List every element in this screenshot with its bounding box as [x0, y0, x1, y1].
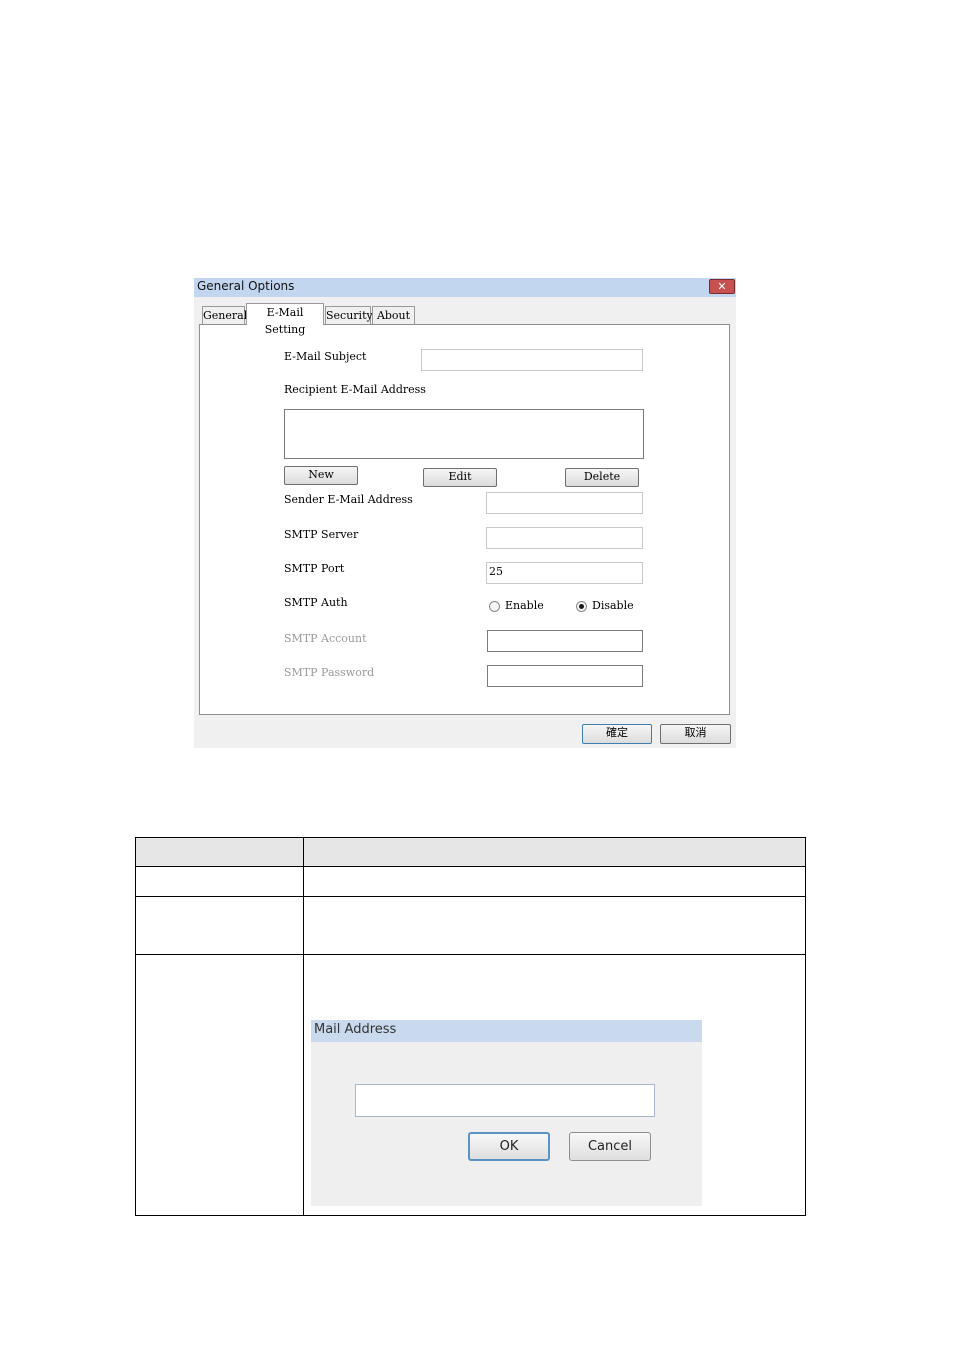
- email-subject-label: E-Mail Subject: [284, 350, 367, 363]
- column-divider: [303, 838, 304, 1215]
- mail-ok-button[interactable]: OK: [468, 1132, 550, 1161]
- row-divider: [136, 896, 805, 897]
- dialog-title: General Options: [194, 278, 736, 297]
- tab-about[interactable]: About: [372, 306, 415, 324]
- radio-selected-dot: [579, 604, 584, 609]
- sender-label: Sender E-Mail Address: [284, 493, 413, 506]
- ok-button[interactable]: 確定: [582, 724, 652, 744]
- auth-enable-label: Enable: [505, 599, 544, 612]
- tab-general[interactable]: General: [202, 306, 247, 324]
- mail-dialog-title: Mail Address: [311, 1020, 702, 1042]
- email-subject-input[interactable]: [421, 349, 643, 371]
- mail-address-dialog: Mail Address OK Cancel: [311, 1020, 702, 1206]
- tab-security[interactable]: Security: [325, 306, 373, 324]
- smtp-server-input[interactable]: [486, 527, 643, 549]
- cancel-button[interactable]: 取消: [660, 724, 731, 744]
- smtp-auth-label: SMTP Auth: [284, 596, 348, 609]
- mail-cancel-button[interactable]: Cancel: [569, 1132, 651, 1161]
- recipient-label: Recipient E-Mail Address: [284, 383, 426, 396]
- mail-address-input[interactable]: [355, 1084, 655, 1117]
- smtp-account-label: SMTP Account: [284, 632, 367, 645]
- auth-disable-label: Disable: [592, 599, 634, 612]
- smtp-account-input[interactable]: [487, 630, 643, 652]
- new-button[interactable]: New: [284, 466, 358, 485]
- smtp-password-label: SMTP Password: [284, 666, 375, 679]
- smtp-password-input[interactable]: [487, 665, 643, 687]
- auth-disable-radio[interactable]: [576, 601, 587, 612]
- smtp-port-input[interactable]: 25: [486, 562, 643, 584]
- delete-button[interactable]: Delete: [565, 468, 639, 487]
- recipient-list[interactable]: [284, 409, 644, 459]
- row-divider: [136, 954, 805, 955]
- sender-input[interactable]: [486, 492, 643, 514]
- table-header-row: [136, 838, 805, 866]
- email-setting-panel: E-Mail Subject Recipient E-Mail Address …: [199, 324, 730, 715]
- general-options-dialog: General Options ✕ General E-Mail Setting…: [194, 278, 736, 748]
- tab-email-setting[interactable]: E-Mail Setting: [246, 303, 324, 336]
- row-divider: [136, 866, 805, 867]
- smtp-server-label: SMTP Server: [284, 528, 359, 541]
- close-icon: ✕: [717, 280, 727, 293]
- close-button[interactable]: ✕: [709, 279, 735, 294]
- edit-button[interactable]: Edit: [423, 468, 497, 487]
- auth-enable-radio[interactable]: [489, 601, 500, 612]
- smtp-port-label: SMTP Port: [284, 562, 345, 575]
